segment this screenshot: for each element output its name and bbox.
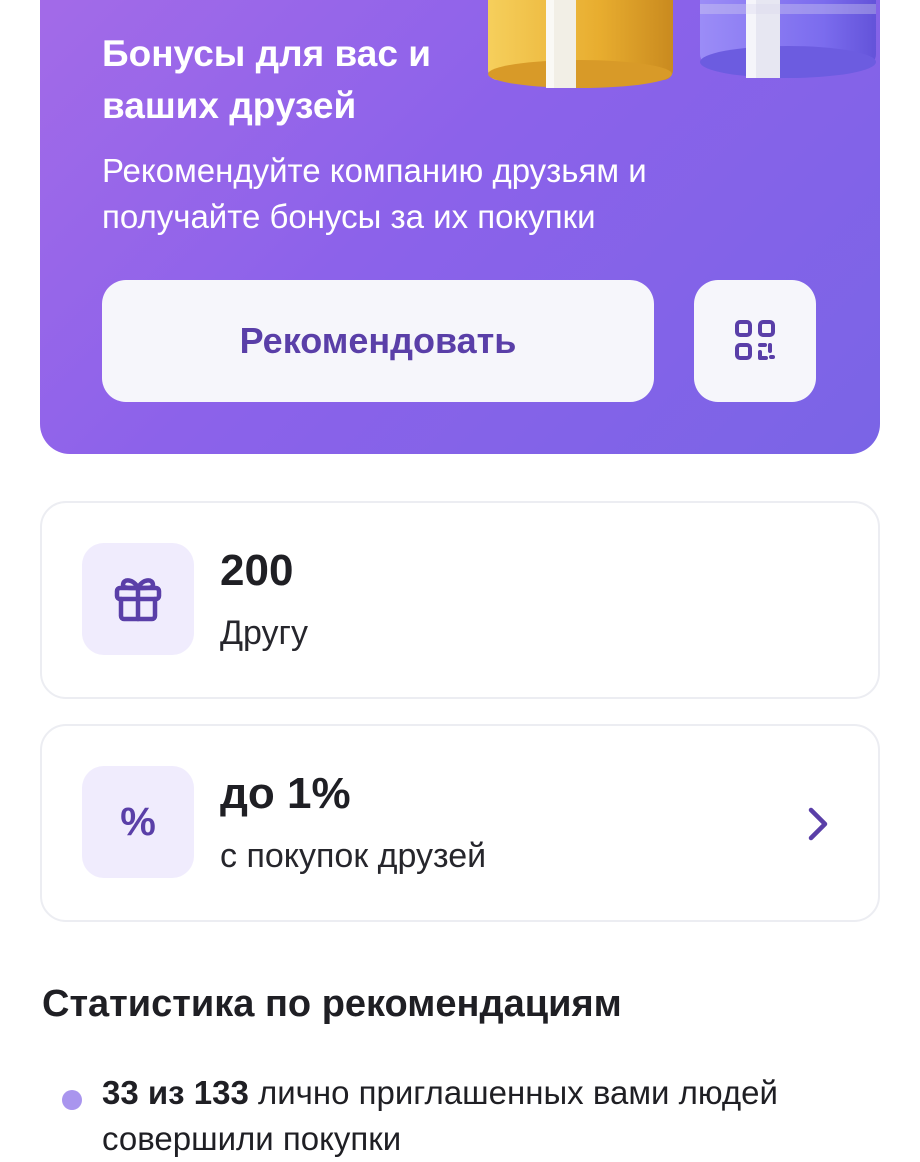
friends-purchases-card[interactable]: % до 1% с покупок друзей xyxy=(40,724,880,922)
friend-bonus-caption: Другу xyxy=(220,614,308,652)
friend-bonus-card: 200 Другу xyxy=(40,501,880,699)
bullet-icon xyxy=(62,1090,82,1110)
gift-icon xyxy=(111,570,165,629)
recommend-button[interactable]: Рекомендовать xyxy=(102,280,654,402)
stats-item-count: 33 из 133 xyxy=(102,1074,249,1111)
stats-title: Статистика по рекомендациям xyxy=(42,983,622,1025)
chevron-right-icon[interactable] xyxy=(798,804,838,844)
friends-purchases-value: до 1% xyxy=(220,769,351,818)
stats-item-text: 33 из 133 лично приглашенных вами людей … xyxy=(102,1070,842,1162)
promo-subtitle: Рекомендуйте компанию друзьям и получайт… xyxy=(102,152,647,235)
qr-code-icon xyxy=(734,319,776,364)
percent-icon-tile: % xyxy=(82,766,194,878)
percent-icon: % xyxy=(120,800,156,844)
gift-icon-tile xyxy=(82,543,194,655)
qr-code-button[interactable] xyxy=(694,280,816,402)
friend-bonus-value: 200 xyxy=(220,546,294,595)
friends-purchases-caption: с покупок друзей xyxy=(220,837,487,875)
gift-boxes-illustration xyxy=(488,0,880,100)
referral-promo-banner: Бонусы для вас и ваших друзей Рекомендуй… xyxy=(40,0,880,454)
promo-title: Бонусы для вас и ваших друзей xyxy=(102,33,431,126)
